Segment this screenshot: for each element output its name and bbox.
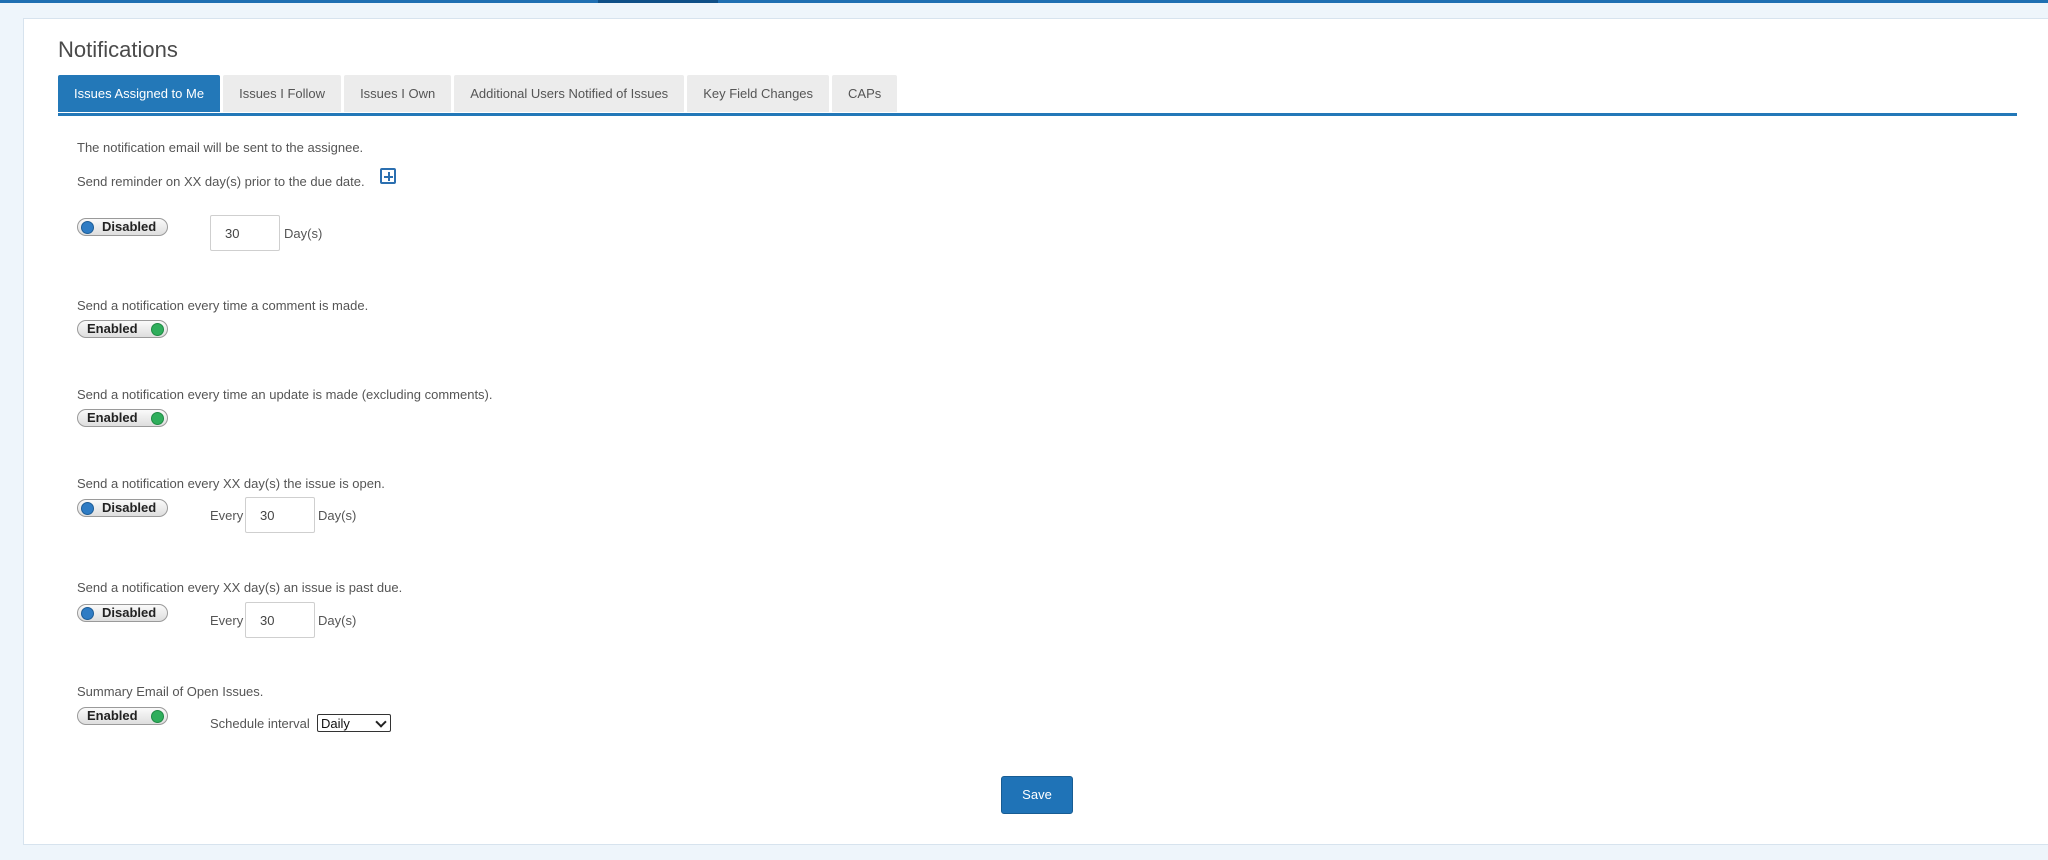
open-issue-description: Send a notification every XX day(s) the … <box>77 476 385 491</box>
past-due-description: Send a notification every XX day(s) an i… <box>77 580 403 595</box>
tab-issues-i-follow[interactable]: Issues I Follow <box>223 75 342 112</box>
summary-toggle[interactable]: Enabled <box>77 707 168 725</box>
toggle-label: Disabled <box>102 605 157 620</box>
comment-toggle[interactable]: Enabled <box>77 320 168 338</box>
reminder-days-input[interactable] <box>210 215 280 251</box>
intro-text: The notification email will be sent to t… <box>77 140 364 155</box>
reminder-days-unit: Day(s) <box>284 226 323 241</box>
past-due-every-label: Every <box>210 613 244 628</box>
toggle-knob <box>151 412 164 425</box>
toggle-label: Enabled <box>87 410 138 425</box>
schedule-interval-label: Schedule interval <box>210 716 310 731</box>
toggle-knob <box>151 323 164 336</box>
toggle-label: Disabled <box>102 500 157 515</box>
past-due-toggle[interactable]: Disabled <box>77 604 168 622</box>
toggle-label: Enabled <box>87 321 138 336</box>
tab-key-field-changes[interactable]: Key Field Changes <box>687 75 830 112</box>
top-bar-accent <box>598 0 718 3</box>
open-issue-days-unit: Day(s) <box>318 508 357 523</box>
update-toggle[interactable]: Enabled <box>77 409 168 427</box>
past-due-days-input[interactable] <box>245 602 315 638</box>
top-bar <box>0 0 2048 3</box>
past-due-days-unit: Day(s) <box>318 613 357 628</box>
tab-bar: Issues Assigned to Me Issues I Follow Is… <box>58 75 900 112</box>
toggle-knob <box>81 221 94 234</box>
tab-caps[interactable]: CAPs <box>832 75 898 112</box>
reminder-description: Send reminder on XX day(s) prior to the … <box>77 174 365 189</box>
summary-description: Summary Email of Open Issues. <box>77 684 264 699</box>
save-button[interactable]: Save <box>1001 776 1073 814</box>
toggle-label: Enabled <box>87 708 138 723</box>
tab-issues-assigned-to-me[interactable]: Issues Assigned to Me <box>58 75 221 112</box>
open-issue-days-input[interactable] <box>245 497 315 533</box>
chevron-down-icon <box>375 716 387 728</box>
comment-description: Send a notification every time a comment… <box>77 298 369 313</box>
schedule-interval-select[interactable]: Daily <box>317 714 391 732</box>
page-title: Notifications <box>58 37 178 62</box>
tab-additional-users-notified[interactable]: Additional Users Notified of Issues <box>454 75 685 112</box>
reminder-toggle[interactable]: Disabled <box>77 218 168 236</box>
schedule-interval-value: Daily <box>321 716 350 731</box>
update-description: Send a notification every time an update… <box>77 387 493 402</box>
open-issue-every-label: Every <box>210 508 244 523</box>
tab-issues-i-own[interactable]: Issues I Own <box>344 75 452 112</box>
toggle-knob <box>151 710 164 723</box>
toggle-label: Disabled <box>102 219 157 234</box>
open-issue-toggle[interactable]: Disabled <box>77 499 168 517</box>
toggle-knob <box>81 502 94 515</box>
toggle-knob <box>81 607 94 620</box>
tab-underline <box>58 113 2017 116</box>
plus-square-icon[interactable] <box>380 168 396 184</box>
